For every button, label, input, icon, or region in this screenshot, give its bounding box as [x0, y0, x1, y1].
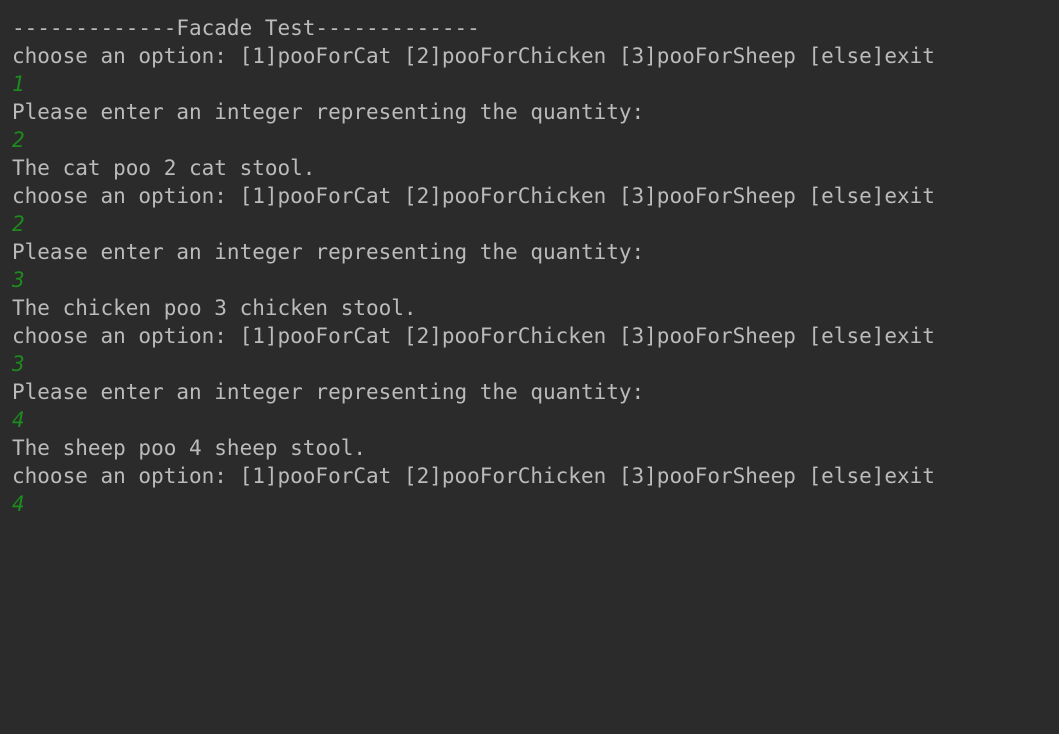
console-prompt-line: choose an option: [1]pooForCat [2]pooFor… [12, 44, 935, 68]
console-prompt-line: choose an option: [1]pooForCat [2]pooFor… [12, 184, 935, 208]
console-prompt-line: choose an option: [1]pooForCat [2]pooFor… [12, 464, 935, 488]
console-output-panel[interactable]: -------------Facade Test------------- ch… [0, 0, 1059, 734]
console-prompt-line: choose an option: [1]pooForCat [2]pooFor… [12, 324, 935, 348]
